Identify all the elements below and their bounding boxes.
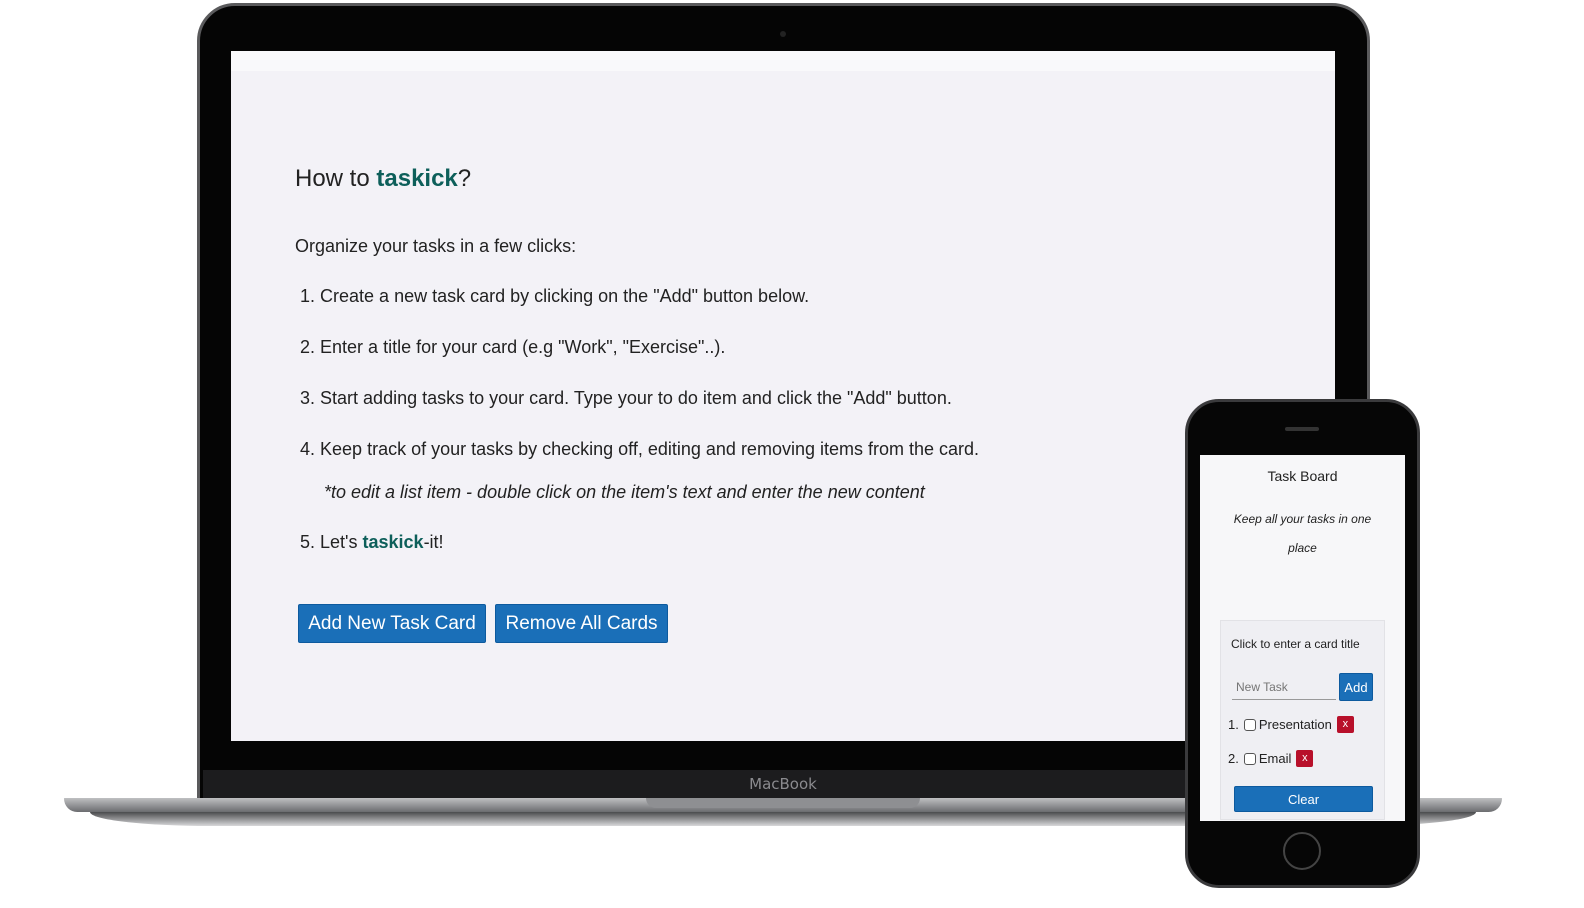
intro-text: Organize your tasks in a few clicks: — [295, 236, 577, 256]
home-button[interactable] — [1283, 832, 1321, 870]
step-text: Start adding tasks to your card. Type yo… — [320, 388, 952, 408]
step-5: 5. Let's taskick-it! — [300, 532, 444, 553]
phone-title: Task Board — [1267, 468, 1338, 484]
step-3: 3. Start adding tasks to your card. Type… — [300, 388, 952, 409]
remove-all-cards-button[interactable]: Remove All Cards — [495, 604, 668, 643]
laptop-notch — [646, 798, 920, 808]
step-suffix: -it! — [423, 532, 444, 552]
item-text[interactable]: Presentation — [1259, 717, 1332, 732]
step-num: 2. — [300, 337, 316, 357]
step-text: Let's — [320, 532, 363, 552]
list-item: 2. Email x — [1228, 750, 1314, 767]
clear-button[interactable]: Clear — [1234, 786, 1373, 812]
step-1: 1. Create a new task card by clicking on… — [300, 286, 809, 307]
step-num: 4. — [300, 439, 316, 459]
phone-tagline: Keep all your tasks in one — [1233, 512, 1372, 526]
step-text: Enter a title for your card (e.g "Work",… — [320, 337, 726, 357]
page-title: How to taskick? — [295, 165, 471, 193]
step-2: 2. Enter a title for your card (e.g "Wor… — [300, 337, 725, 358]
phone-speaker — [1285, 427, 1319, 431]
step-num: 5. — [300, 532, 316, 552]
step-num: 1. — [300, 286, 316, 306]
item-num: 1. — [1228, 717, 1239, 732]
item-num: 2. — [1228, 751, 1239, 766]
step-num: 3. — [300, 388, 316, 408]
browser-top-strip — [231, 51, 1335, 71]
title-brand: taskick — [376, 165, 458, 192]
step-brand: taskick — [362, 532, 424, 552]
list-item: 1. Presentation x — [1228, 716, 1354, 733]
edit-note: *to edit a list item - double click on t… — [324, 482, 925, 502]
item-text[interactable]: Email — [1259, 751, 1292, 766]
card-title[interactable]: Click to enter a card title — [1231, 637, 1360, 651]
title-suffix: ? — [457, 165, 472, 192]
new-task-input[interactable] — [1232, 674, 1336, 700]
step-text: Create a new task card by clicking on th… — [320, 286, 810, 306]
item-checkbox[interactable] — [1243, 718, 1256, 731]
camera-icon — [780, 31, 786, 37]
phone-tagline-2: place — [1288, 541, 1317, 555]
item-checkbox[interactable] — [1243, 752, 1256, 765]
add-task-button[interactable]: Add — [1339, 673, 1373, 701]
add-new-task-card-button[interactable]: Add New Task Card — [298, 604, 486, 643]
title-prefix: How to — [295, 165, 377, 192]
remove-item-button[interactable]: x — [1336, 716, 1354, 733]
step-text: Keep track of your tasks by checking off… — [320, 439, 980, 459]
remove-item-button[interactable]: x — [1296, 750, 1314, 767]
step-4: 4. Keep track of your tasks by checking … — [300, 439, 979, 460]
